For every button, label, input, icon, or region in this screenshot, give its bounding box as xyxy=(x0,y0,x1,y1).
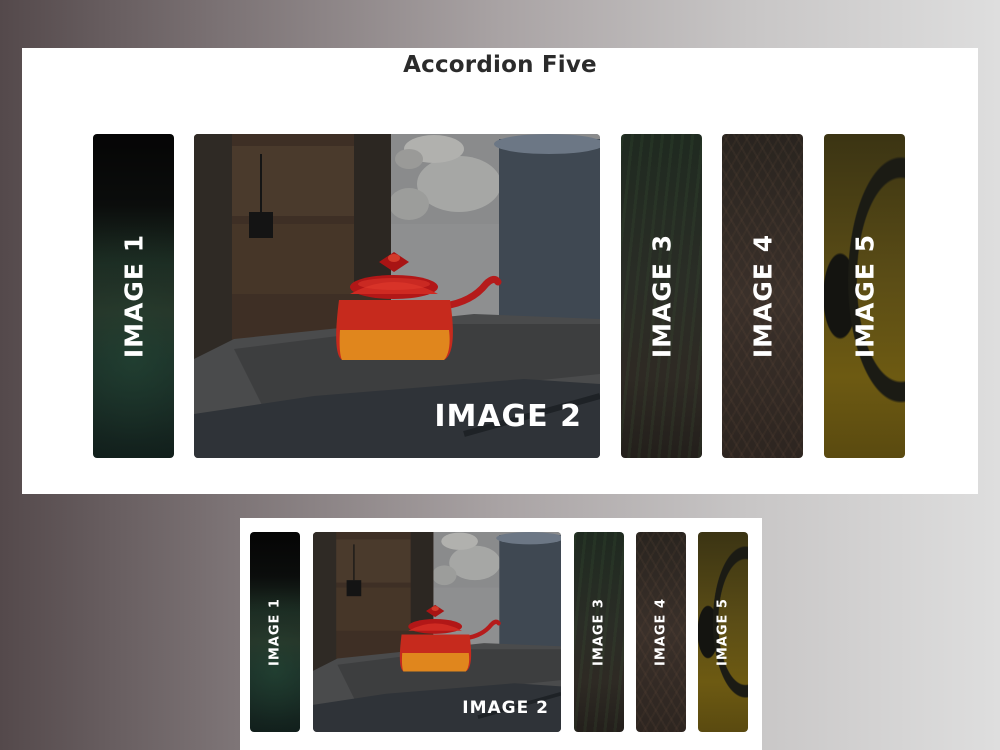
accordion-card-desktop: Accordion Five IMAGE 1 IMAGE 2 IMAGE 3 I… xyxy=(22,48,978,494)
accordion-panel-2[interactable]: IMAGE 2 xyxy=(313,532,561,732)
panel-1-label: IMAGE 1 xyxy=(267,598,283,666)
panel-4-label: IMAGE 4 xyxy=(653,598,669,666)
panel-4-label: IMAGE 4 xyxy=(748,233,777,359)
accordion-title: Accordion Five xyxy=(403,52,597,78)
accordion-panel-1[interactable]: IMAGE 1 xyxy=(250,532,300,732)
panel-5-label: IMAGE 5 xyxy=(715,598,731,666)
accordion-panel-4[interactable]: IMAGE 4 xyxy=(722,134,803,458)
panel-1-label: IMAGE 1 xyxy=(119,233,148,359)
accordion-panel-5[interactable]: IMAGE 5 xyxy=(698,532,748,732)
accordion-panel-4[interactable]: IMAGE 4 xyxy=(636,532,686,732)
panel-3-label: IMAGE 3 xyxy=(647,233,676,359)
accordion-panel-2[interactable]: IMAGE 2 xyxy=(194,134,600,458)
accordion-panel-5[interactable]: IMAGE 5 xyxy=(824,134,905,458)
panel-2-label: IMAGE 2 xyxy=(434,399,582,434)
panel-3-label: IMAGE 3 xyxy=(591,598,607,666)
accordion-panel-3[interactable]: IMAGE 3 xyxy=(621,134,702,458)
accordion-panel-1[interactable]: IMAGE 1 xyxy=(93,134,174,458)
accordion-panel-3[interactable]: IMAGE 3 xyxy=(574,532,624,732)
accordion-card-mobile: IMAGE 1 IMAGE 2 IMAGE 3 IMAGE 4 IMAGE 5 xyxy=(240,518,762,750)
panel-2-label: IMAGE 2 xyxy=(462,698,549,718)
panel-5-label: IMAGE 5 xyxy=(850,233,879,359)
